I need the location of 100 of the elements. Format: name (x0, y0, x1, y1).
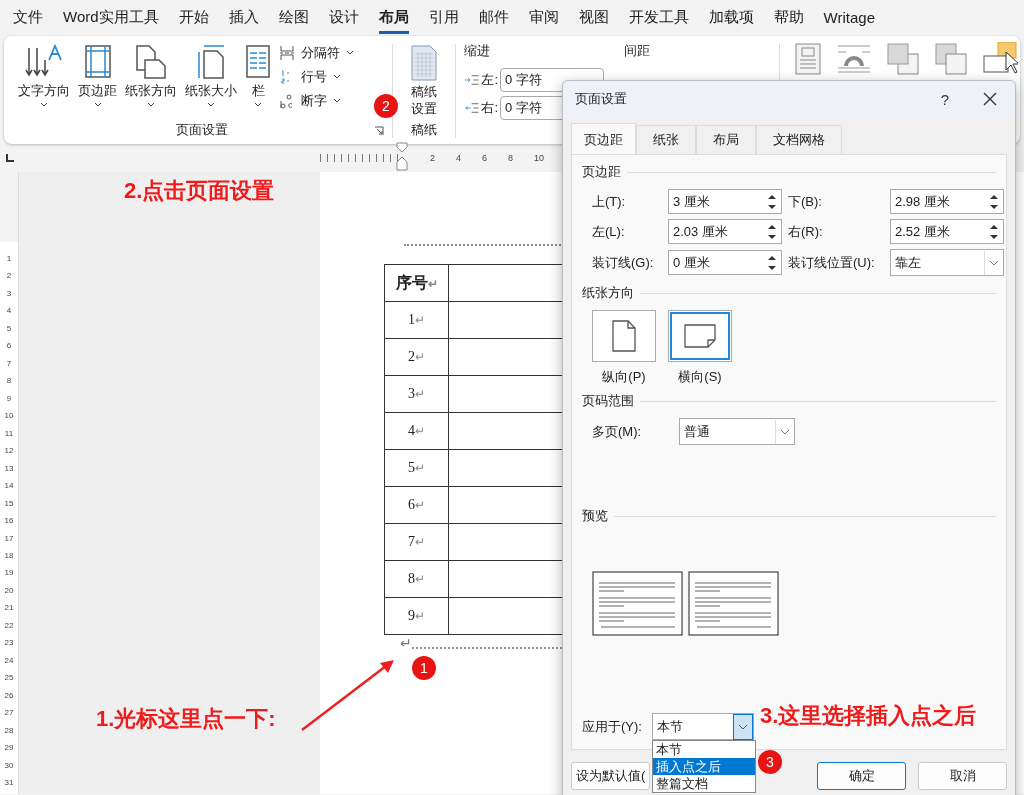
ruler-number: 24 (4, 654, 14, 667)
spin-field[interactable]: 2.03 厘米 (668, 219, 782, 244)
ruler-number: 7 (6, 357, 12, 370)
ruler-number: 15 (4, 497, 14, 510)
section-heading: 页边距 (582, 163, 621, 181)
ruler-number: 13 (4, 462, 14, 475)
field-label: 应用于(Y): (582, 717, 642, 736)
menu-tab[interactable]: Writage (823, 3, 875, 33)
menu-tab[interactable]: 邮件 (478, 2, 509, 34)
ribbon-button[interactable]: 纸张大小 (183, 42, 239, 120)
ruler-number: 8 (508, 153, 514, 163)
caret-icon (346, 50, 354, 56)
dropdown-option[interactable]: 插入点之后 (652, 758, 755, 775)
ribbon-button[interactable]: 分隔符 (279, 44, 354, 62)
ruler-number: 30 (4, 759, 14, 772)
indent-right-icon (464, 101, 480, 115)
caret-icon (333, 74, 341, 80)
bring-forward-icon (886, 42, 920, 76)
ribbon-button[interactable]: 纸张方向 (123, 42, 179, 120)
caret-icon (40, 102, 48, 108)
option-label: 纵向(P) (602, 368, 646, 386)
ruler-number: 20 (4, 584, 14, 597)
menu-tab[interactable]: 绘图 (278, 2, 309, 34)
field-label: 上(T): (592, 192, 627, 211)
dropdown-option[interactable]: 整篇文档 (652, 775, 755, 792)
table-cell: 2↵ (384, 338, 449, 376)
ribbon-button[interactable]: 断字 (279, 92, 354, 110)
dialog-tab[interactable]: 文档网格 (756, 125, 842, 154)
close-icon[interactable] (983, 92, 997, 106)
menu-tab[interactable]: 引用 (428, 2, 459, 34)
menu-tab[interactable]: 开始 (178, 2, 209, 34)
ruler-number: 1 (6, 253, 12, 265)
menu-tab[interactable]: 审阅 (528, 2, 559, 34)
ruler-number: 22 (4, 619, 14, 632)
dialog-tab[interactable]: 布局 (696, 125, 756, 154)
field-label: 下(B): (788, 192, 823, 211)
field-label: 装订线(G): (592, 253, 655, 272)
orientation-option[interactable] (668, 310, 732, 362)
table-cell: 6↵ (384, 486, 449, 524)
dialog-tab[interactable]: 纸张 (636, 125, 696, 154)
dialog-button[interactable]: 取消 (918, 762, 1007, 790)
ruler-number: 3 (6, 287, 12, 300)
field-label: 装订线位置(U): (788, 253, 876, 272)
field-label: 右(R): (788, 222, 824, 241)
ruler-number: 17 (4, 532, 14, 545)
chevron-down-icon[interactable] (732, 713, 753, 740)
table-cell: 5↵ (384, 449, 449, 487)
ruler-number: 11 (4, 427, 14, 440)
help-button[interactable]: ? (940, 90, 949, 108)
orientation-option[interactable] (592, 310, 656, 362)
paragraph-mark[interactable]: ↵ (400, 635, 412, 651)
dialog-button[interactable]: 确定 (817, 762, 907, 790)
ribbon-button[interactable]: 行号 (279, 68, 354, 86)
spin-field[interactable]: 2.98 厘米 (890, 189, 1004, 214)
ruler-number: 8 (6, 375, 12, 388)
menu-tab[interactable]: Word实用工具 (63, 2, 159, 34)
spin-field[interactable]: 2.52 厘米 (890, 219, 1004, 244)
group-label: 稿纸 (411, 121, 437, 139)
indent-left-icon (464, 73, 480, 87)
menu-tab[interactable]: 文件 (13, 2, 43, 34)
ruler-number: 5 (6, 322, 12, 335)
ribbon-button[interactable]: 文字方向 (16, 42, 72, 120)
indent-marker-icon[interactable] (396, 142, 408, 172)
ribbon-button[interactable]: 栏 (243, 42, 273, 120)
ribbon-button[interactable]: 稿纸设置 (407, 42, 441, 120)
dropdown-option[interactable]: 本节 (652, 741, 755, 758)
field-label: 多页(M): (592, 422, 642, 441)
option-label: 横向(S) (678, 368, 722, 386)
dropdown-field[interactable]: 靠左 (890, 249, 1004, 276)
dialog-launcher-icon[interactable] (374, 126, 384, 136)
field-label: 左(L): (592, 222, 626, 241)
menu-tab[interactable]: 开发工具 (628, 2, 689, 34)
annotation-text: 2.点击页面设置 (124, 177, 275, 205)
ribbon-button[interactable]: 页边距 (76, 42, 119, 120)
table-cell: 1↵ (384, 301, 449, 339)
dropdown-field[interactable]: 普通 (679, 418, 796, 445)
section-heading: 预览 (582, 507, 608, 525)
ruler-number: 4 (6, 305, 12, 318)
ruler-number: 6 (6, 340, 12, 353)
ruler-number: 21 (4, 602, 14, 615)
menu-tab[interactable]: 帮助 (773, 2, 804, 34)
caret-icon (207, 102, 215, 108)
menu-tab[interactable]: 设计 (328, 2, 359, 34)
dialog-button[interactable]: 设为默认值( (571, 762, 651, 790)
ruler-number: 28 (4, 724, 14, 737)
spin-field[interactable]: 0 厘米 (668, 250, 782, 275)
ruler-number: 4 (456, 153, 462, 163)
tab-stop-icon[interactable] (5, 153, 15, 163)
menu-tab[interactable]: 视图 (578, 2, 609, 34)
annotation-text: 3.这里选择插入点之后 (760, 702, 977, 730)
ruler-number: 2 (430, 153, 435, 163)
spin-field[interactable]: 3 厘米 (668, 189, 782, 214)
ruler-number: 2 (6, 270, 12, 283)
dialog-tab[interactable]: 页边距 (571, 123, 636, 154)
field-label: 左: (481, 71, 498, 89)
portrait-page-icon (611, 319, 637, 353)
ruler-number: 31 (4, 777, 14, 790)
menu-tab[interactable]: 插入 (228, 2, 259, 34)
grid-paper-icon (409, 44, 439, 82)
menu-tab[interactable]: 加载项 (708, 2, 754, 34)
